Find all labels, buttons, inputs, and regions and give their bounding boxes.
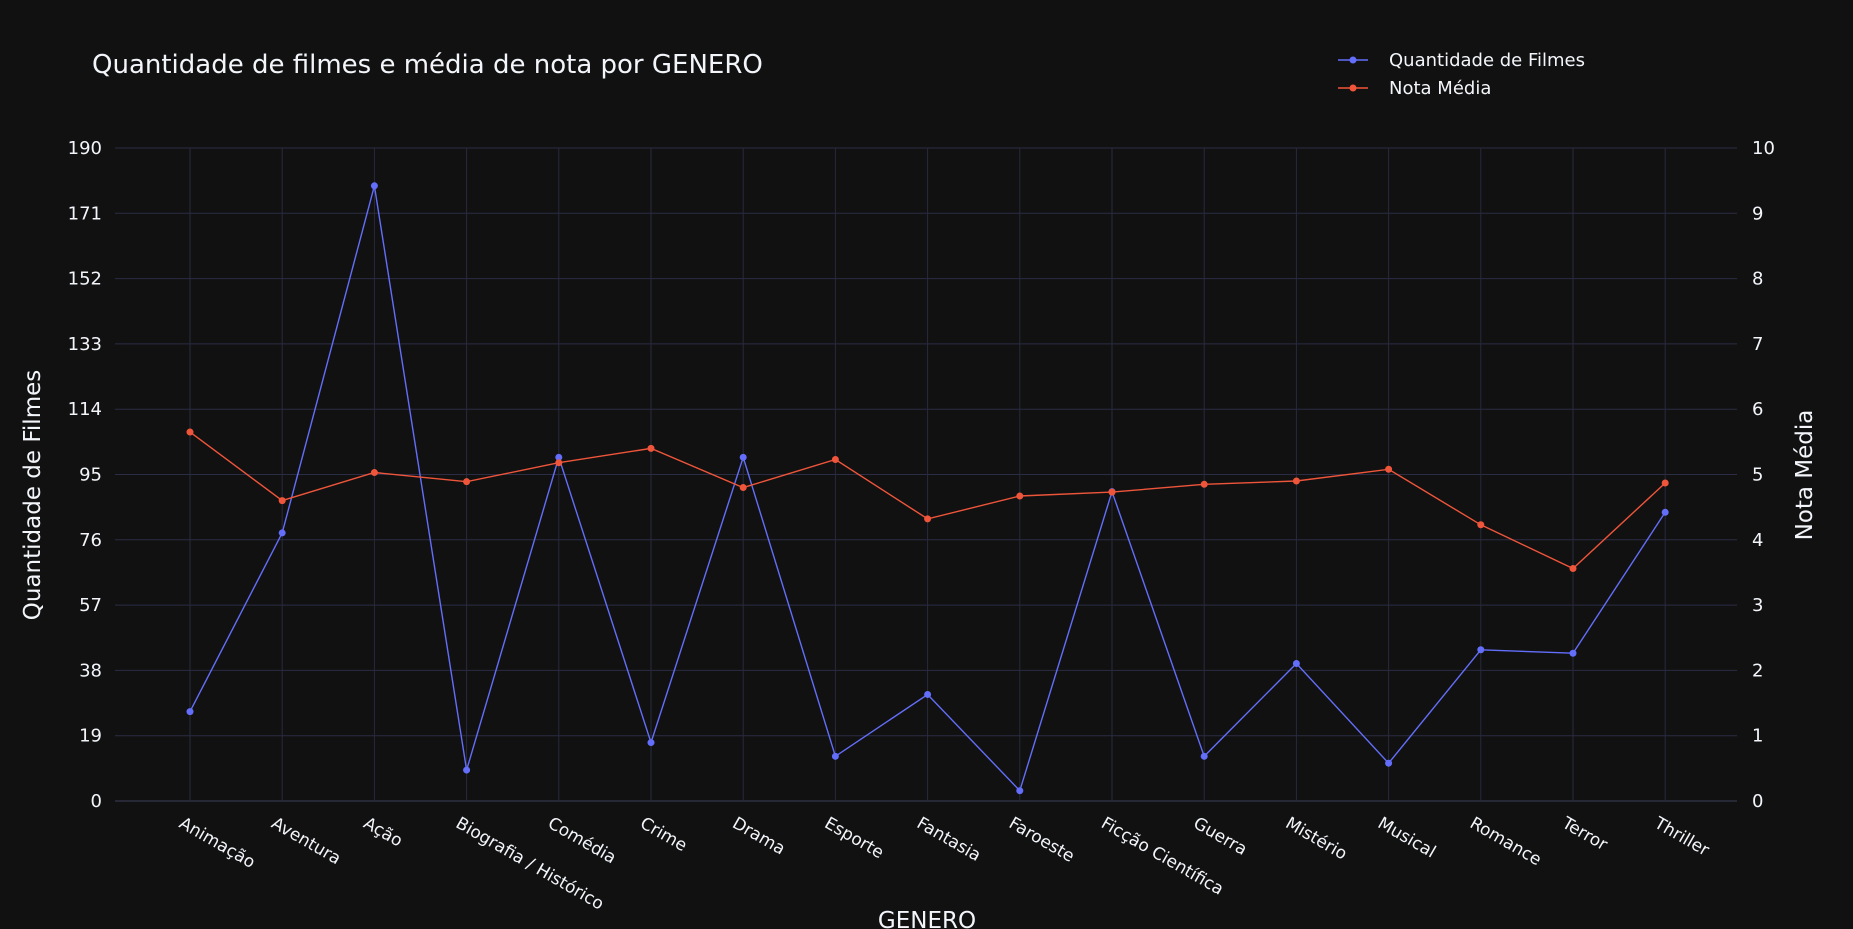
data-point xyxy=(278,529,286,537)
y2-axis-title: Nota Média xyxy=(1792,410,1818,541)
data-point xyxy=(831,455,839,463)
y-tick-label: 57 xyxy=(79,595,102,616)
data-point xyxy=(555,459,563,467)
data-point xyxy=(1385,759,1393,767)
data-point xyxy=(924,515,932,523)
y2-tick-label: 0 xyxy=(1752,791,1763,812)
y2-tick-label: 2 xyxy=(1752,660,1763,681)
y2-tick-label: 7 xyxy=(1752,334,1763,355)
data-point xyxy=(186,708,194,716)
data-point xyxy=(1477,521,1485,529)
data-point xyxy=(186,428,194,436)
data-point xyxy=(370,182,378,190)
y2-tick-label: 1 xyxy=(1752,726,1763,747)
chart-title: Quantidade de filmes e média de nota por… xyxy=(92,50,763,80)
legend-swatch-marker xyxy=(1349,56,1357,64)
y2-tick-label: 8 xyxy=(1752,269,1763,290)
data-point xyxy=(1016,787,1024,795)
data-point xyxy=(1200,480,1208,488)
y2-tick-label: 6 xyxy=(1752,399,1763,420)
y-tick-label: 152 xyxy=(68,269,102,290)
data-point xyxy=(1385,465,1393,473)
data-point xyxy=(278,497,286,505)
data-point xyxy=(739,484,747,492)
data-point xyxy=(463,478,471,486)
y-tick-label: 114 xyxy=(68,399,102,420)
data-point xyxy=(1569,565,1577,573)
y-tick-label: 0 xyxy=(91,791,102,812)
legend-swatch-marker xyxy=(1349,84,1357,92)
data-point xyxy=(831,752,839,760)
y-tick-label: 19 xyxy=(79,726,102,747)
data-point xyxy=(1016,492,1024,500)
data-point xyxy=(463,766,471,774)
data-point xyxy=(924,690,932,698)
data-point xyxy=(1292,477,1300,485)
y2-tick-label: 5 xyxy=(1752,465,1763,486)
y-tick-label: 171 xyxy=(68,203,102,224)
data-point xyxy=(1569,649,1577,657)
chart: 01938577695114133152171190 012345678910 … xyxy=(0,0,1853,929)
data-point xyxy=(1477,646,1485,654)
y-tick-label: 38 xyxy=(79,660,102,681)
x-axis-title: GENERO xyxy=(878,908,976,929)
y2-tick-label: 4 xyxy=(1752,530,1763,551)
chart-background xyxy=(0,0,1853,929)
y2-tick-label: 3 xyxy=(1752,595,1763,616)
data-point xyxy=(1108,488,1116,496)
y-tick-label: 95 xyxy=(79,465,102,486)
data-point xyxy=(647,444,655,452)
data-point xyxy=(739,453,747,461)
data-point xyxy=(370,469,378,477)
y-tick-label: 76 xyxy=(79,530,102,551)
y-axis-title: Quantidade de Filmes xyxy=(20,370,46,620)
data-point xyxy=(1292,660,1300,668)
y2-tick-label: 9 xyxy=(1752,203,1763,224)
legend-label: Nota Média xyxy=(1389,78,1491,99)
data-point xyxy=(647,739,655,747)
y2-tick-label: 10 xyxy=(1752,138,1775,159)
y-tick-label: 133 xyxy=(68,334,102,355)
data-point xyxy=(1661,479,1669,487)
y-tick-label: 190 xyxy=(68,138,102,159)
legend-label: Quantidade de Filmes xyxy=(1389,50,1585,71)
data-point xyxy=(1200,752,1208,760)
data-point xyxy=(1661,508,1669,516)
